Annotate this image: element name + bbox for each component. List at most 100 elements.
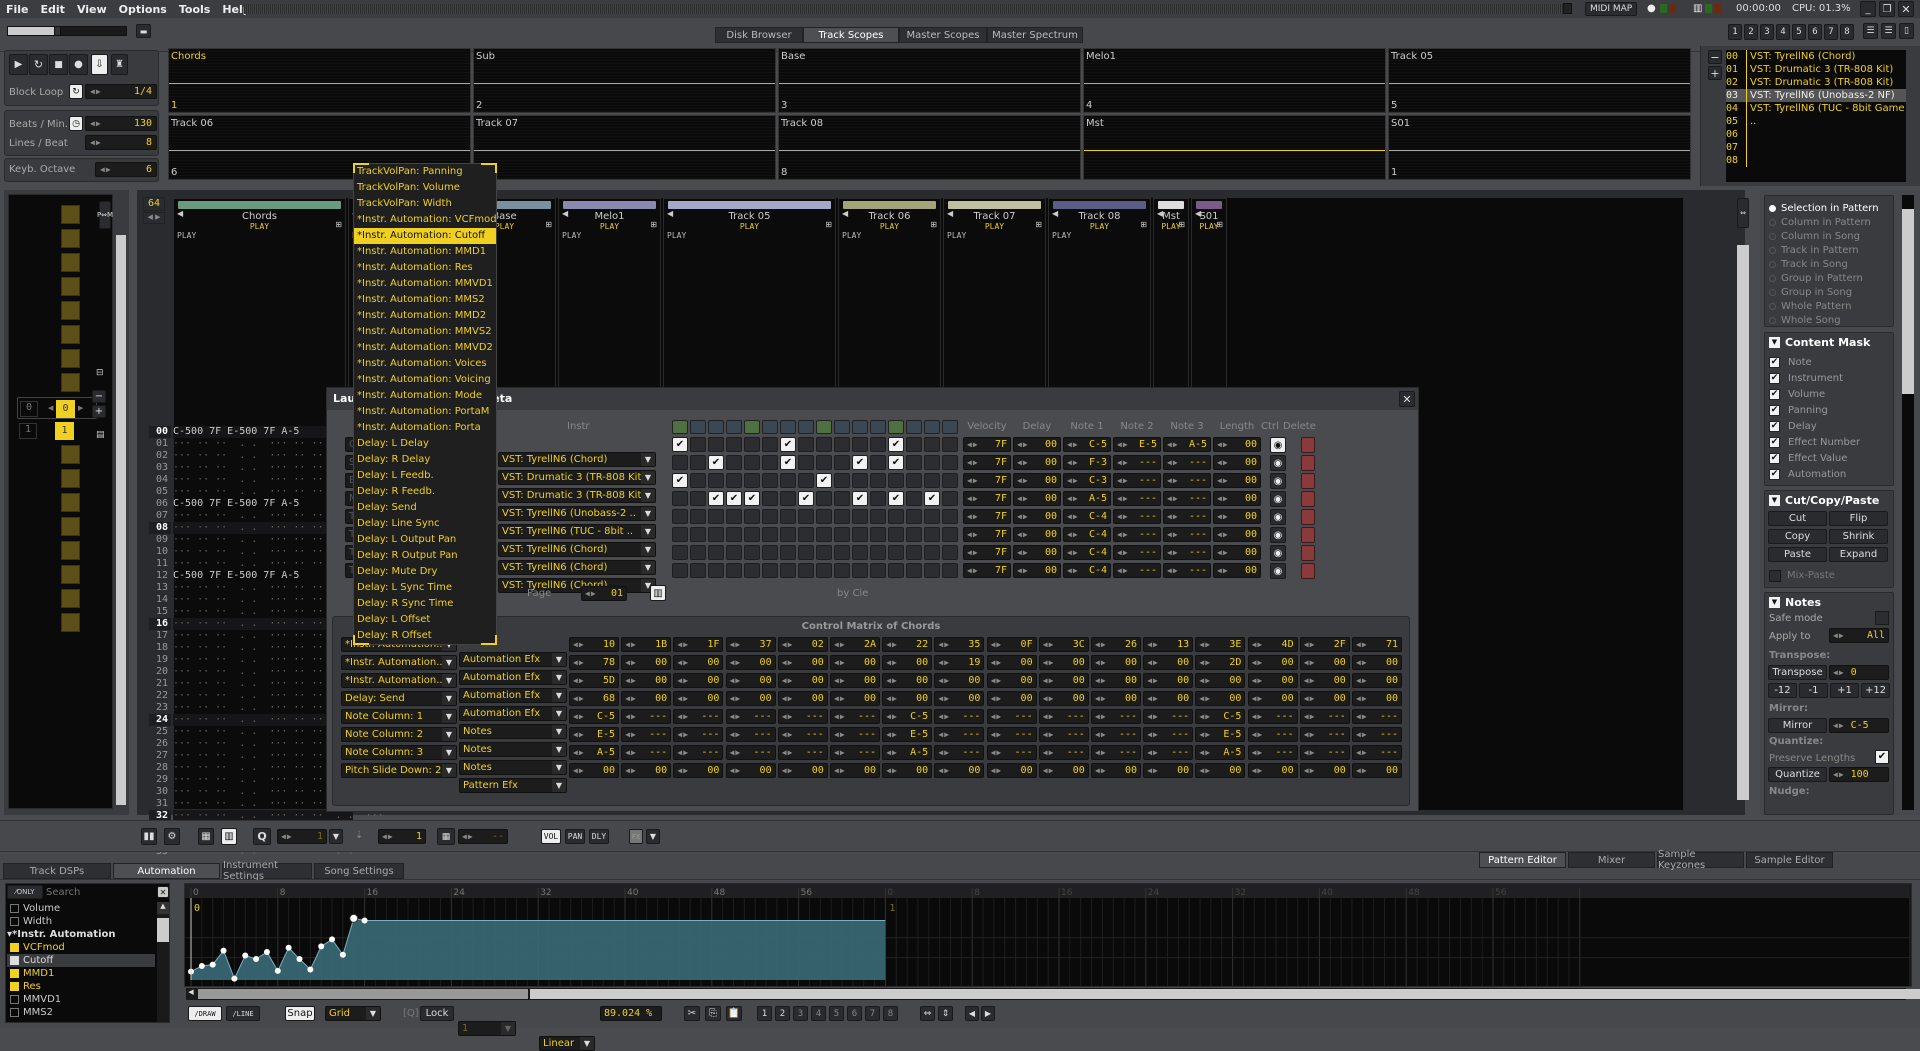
step-toggle[interactable] <box>816 527 832 542</box>
matrix-value-field[interactable]: ◀▶ --- <box>725 709 776 724</box>
menu-tools[interactable]: Tools <box>173 3 216 16</box>
matrix-value-field[interactable]: ◀▶ 5D <box>569 673 619 688</box>
step-toggle[interactable]: ✔ <box>852 491 868 506</box>
matrix-value-field[interactable]: ◀▶ 00 <box>934 763 985 778</box>
step-toggle[interactable]: ✔ <box>780 437 796 452</box>
automation-parameter[interactable]: MMD1 <box>7 967 155 980</box>
matrix-value-field[interactable]: ◀▶ 00 <box>777 673 828 688</box>
step-vel-field[interactable]: ◀▶ 7F <box>963 545 1011 560</box>
step-n2-field[interactable]: ◀▶ --- <box>1113 545 1161 560</box>
matrix-type-select[interactable]: Pattern Efx ▼ <box>459 778 567 793</box>
sequence-pattern-slot[interactable] <box>61 325 80 344</box>
delete-row-button[interactable] <box>1301 437 1315 453</box>
matrix-value-field[interactable]: ◀▶ 00 <box>986 655 1037 670</box>
toggle-sequencer-icon[interactable]: ▮▮ <box>141 828 157 845</box>
edit-step-field[interactable]: ◀▶ 1 <box>277 829 327 844</box>
step-n1-field[interactable]: ◀▶ F-3 <box>1063 455 1111 470</box>
automation-parameter[interactable]: Res <box>7 980 155 993</box>
bpm-field[interactable]: ◀▶ 130 <box>85 116 157 131</box>
dropdown-option[interactable]: *Instr. Automation: PortaM <box>354 404 496 420</box>
transpose-amount-field[interactable]: ◀▶ 0 <box>1829 665 1889 680</box>
toggle-lower-frame-icon[interactable]: ☰ <box>1863 23 1878 39</box>
sequence-pattern-slot[interactable] <box>61 229 80 248</box>
matrix-value-field[interactable]: ◀▶ --- <box>1247 745 1298 760</box>
edit-scope-option[interactable]: Whole Pattern <box>1765 299 1893 313</box>
step-n2-field[interactable]: ◀▶ --- <box>1113 527 1161 542</box>
matrix-value-field[interactable]: ◀▶ 35 <box>934 637 985 652</box>
pattern-length[interactable]: 64 <box>143 197 165 211</box>
matrix-value-field[interactable]: ◀▶ --- <box>1352 709 1402 724</box>
automation-parameter[interactable]: ▾ *Instr. Automation <box>7 928 155 941</box>
step-toggle[interactable] <box>942 509 958 524</box>
step-toggle[interactable] <box>942 473 958 488</box>
dropdown-option[interactable]: Delay: L Offset <box>354 612 496 628</box>
step-toggle[interactable] <box>870 545 886 560</box>
pattern-matrix-toggle[interactable]: P⇔M <box>97 201 113 229</box>
automation-slot-button[interactable]: 8 <box>883 1006 898 1021</box>
dropdown-option[interactable]: *Instr. Automation: Cutoff <box>354 228 496 244</box>
matrix-value-field[interactable]: ◀▶ 00 <box>1352 673 1402 688</box>
pattern-matrix-icon[interactable]: ▦ <box>198 828 214 845</box>
step-toggle[interactable] <box>906 491 922 506</box>
step-toggle[interactable] <box>744 437 760 452</box>
step-header-cell[interactable] <box>942 420 958 434</box>
step-delay-field[interactable]: ◀▶ 00 <box>1013 527 1061 542</box>
step-toggle[interactable] <box>726 509 742 524</box>
delay-column-toggle[interactable]: DLY <box>589 829 609 844</box>
mirror-note-field[interactable]: ◀▶ C-5 <box>1829 718 1889 733</box>
sequence-pattern-slot[interactable] <box>61 445 80 464</box>
edit-scope-option[interactable]: Selection in Pattern <box>1765 201 1893 215</box>
matrix-value-field[interactable]: ◀▶ --- <box>986 727 1037 742</box>
pattern-step-field[interactable]: ◀▶ 1 <box>378 829 426 844</box>
step-toggle[interactable] <box>780 563 796 578</box>
matrix-parameter-select[interactable]: Note Column: 1 ▼ <box>341 709 457 724</box>
step-toggle[interactable] <box>744 473 760 488</box>
matrix-value-field[interactable]: ◀▶ E-5 <box>882 727 933 742</box>
play-button[interactable]: ▶ <box>9 54 28 75</box>
stretch-horizontal-icon[interactable]: ⇔ <box>920 1006 935 1021</box>
envelope-point[interactable] <box>361 917 368 924</box>
matrix-value-field[interactable]: ◀▶ 00 <box>986 691 1037 706</box>
automation-parameter[interactable]: Volume <box>7 902 155 915</box>
add-column-icon[interactable]: ⊞ <box>825 220 832 229</box>
matrix-value-field[interactable]: ◀▶ 00 <box>621 691 672 706</box>
step-toggle[interactable] <box>726 455 742 470</box>
tab-mixer[interactable]: Mixer <box>1568 852 1655 868</box>
matrix-value-field[interactable]: ◀▶ --- <box>777 727 828 742</box>
fx-column-toggle[interactable]: FX <box>629 829 643 844</box>
step-toggle[interactable] <box>888 509 904 524</box>
matrix-value-field[interactable]: ◀▶ --- <box>934 727 985 742</box>
step-toggle[interactable] <box>726 473 742 488</box>
matrix-value-field[interactable]: ◀▶ 00 <box>673 691 724 706</box>
step-toggle[interactable] <box>942 527 958 542</box>
dropdown-option[interactable]: *Instr. Automation: Voicing <box>354 372 496 388</box>
matrix-value-field[interactable]: ◀▶ --- <box>777 709 828 724</box>
notes-header[interactable]: ▼ Notes <box>1765 593 1893 611</box>
step-toggle[interactable] <box>798 527 814 542</box>
automation-zoom-field[interactable]: 89.024 % <box>600 1006 662 1021</box>
step-header-cell[interactable] <box>726 420 742 434</box>
matrix-value-field[interactable]: ◀▶ --- <box>1143 709 1194 724</box>
paste-button[interactable]: Paste <box>1768 547 1827 562</box>
expand-button[interactable]: Expand <box>1829 547 1888 562</box>
track-scope[interactable]: Melo1 4 <box>1083 48 1386 113</box>
pattern-matrix-toggle-right[interactable]: ⇔ <box>1737 198 1749 228</box>
step-toggle[interactable]: ✔ <box>780 455 796 470</box>
dropdown-option[interactable]: *Instr. Automation: Porta <box>354 420 496 436</box>
dropdown-option[interactable]: Delay: R Output Pan <box>354 548 496 564</box>
fx-column-dropdown[interactable]: ▼ <box>646 829 660 844</box>
step-delay-field[interactable]: ◀▶ 00 <box>1013 563 1061 578</box>
shrink-button[interactable]: Shrink <box>1829 529 1888 544</box>
piano-roll-icon[interactable]: ▥ <box>221 828 237 845</box>
tab-master-scopes[interactable]: Master Scopes <box>899 27 987 43</box>
matrix-value-field[interactable]: ◀▶ 26 <box>1091 637 1141 652</box>
step-n1-field[interactable]: ◀▶ C-5 <box>1063 437 1111 452</box>
delete-row-button[interactable] <box>1301 473 1315 489</box>
step-header-cell[interactable] <box>906 420 922 434</box>
step-toggle[interactable] <box>852 509 868 524</box>
matrix-parameter-select[interactable]: *Instr. Automation..▼ <box>341 655 457 670</box>
add-column-icon[interactable]: ⊞ <box>1216 220 1223 229</box>
step-toggle[interactable]: ✔ <box>708 455 724 470</box>
step-toggle[interactable] <box>834 491 850 506</box>
sequence-pattern-slot[interactable] <box>61 613 80 632</box>
